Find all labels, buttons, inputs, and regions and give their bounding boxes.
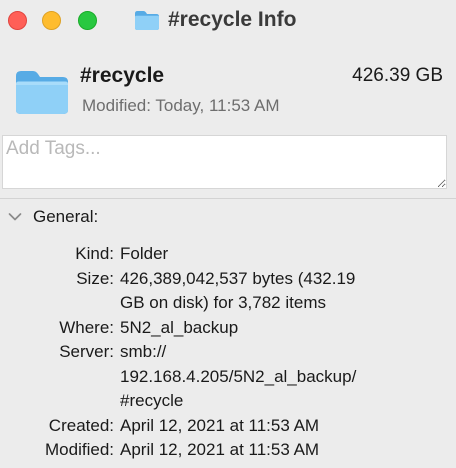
property-value-line: 5N2_al_backup bbox=[120, 317, 239, 337]
close-button[interactable] bbox=[8, 11, 27, 30]
property-value-line: April 12, 2021 at 11:53 AM bbox=[120, 415, 320, 435]
item-size: 426.39 GB bbox=[352, 65, 443, 86]
property-value-line: April 12, 2021 at 11:53 AM bbox=[120, 440, 320, 459]
general-section-toggle[interactable]: General: bbox=[8, 204, 98, 230]
property-value: 5N2_al_backup bbox=[114, 316, 420, 341]
property-value: Folder bbox=[114, 242, 420, 267]
property-value: April 12, 2021 at 11:53 AM bbox=[114, 414, 420, 439]
folder-icon bbox=[135, 11, 159, 30]
property-value-line: GB on disk) for 3,782 items bbox=[120, 293, 326, 312]
tags-input[interactable] bbox=[2, 135, 447, 189]
property-value-line: 192.168.4.205/5N2_al_backup/ bbox=[120, 366, 357, 386]
property-value: April 12, 2021 at 11:53 AM bbox=[114, 438, 420, 463]
minimize-button[interactable] bbox=[42, 11, 61, 30]
property-value: 426,389,042,537 bytes (432.19 GB on disk)… bbox=[114, 267, 420, 316]
property-value-line: #recycle bbox=[120, 391, 184, 410]
property-row: Modified: April 12, 2021 at 11:53 AM bbox=[0, 438, 456, 463]
info-header: #recycle 426.39 GB Modified: Today, 11:5… bbox=[0, 58, 456, 124]
folder-icon bbox=[16, 71, 68, 114]
chevron-down-icon bbox=[8, 213, 22, 221]
property-value: smb:// 192.168.4.205/5N2_al_backup/ #recyc… bbox=[114, 340, 420, 414]
window-title: #recycle Info bbox=[134, 6, 296, 34]
property-row: Created: April 12, 2021 at 11:53 AM bbox=[0, 414, 456, 439]
item-name: #recycle bbox=[80, 64, 165, 87]
property-label: Modified: bbox=[45, 440, 114, 459]
property-row: Kind: Folder bbox=[0, 242, 456, 267]
section-divider bbox=[0, 198, 456, 199]
window-title-text: #recycle Info bbox=[168, 8, 297, 31]
property-value-line: smb:// bbox=[120, 342, 167, 361]
item-modified: Modified: Today, 11:53 AM bbox=[82, 96, 280, 115]
zoom-button[interactable] bbox=[78, 11, 97, 30]
property-row: Where: 5N2_al_backup bbox=[0, 316, 456, 341]
property-value-line: Folder bbox=[120, 244, 169, 263]
general-section-title: General: bbox=[33, 207, 99, 226]
property-row: Size: 426,389,042,537 bytes (432.19 GB on … bbox=[0, 267, 456, 316]
info-window: #recycle Info #recycle 426.39 GB Modifie… bbox=[0, 0, 456, 468]
property-row: Server: smb:// 192.168.4.205/5N2_al_backup… bbox=[0, 340, 456, 414]
property-label: Created: bbox=[48, 415, 114, 435]
property-label: Server: bbox=[59, 342, 114, 361]
title-bar[interactable]: #recycle Info bbox=[0, 0, 456, 40]
property-label: Where: bbox=[59, 317, 114, 337]
property-label: Size: bbox=[76, 268, 114, 288]
property-value-line: 426,389,042,537 bytes (432.19 bbox=[120, 268, 356, 288]
general-properties: Kind: Folder Size: 426,389,042,537 bytes (4… bbox=[0, 242, 456, 463]
property-label: Kind: bbox=[75, 244, 114, 263]
